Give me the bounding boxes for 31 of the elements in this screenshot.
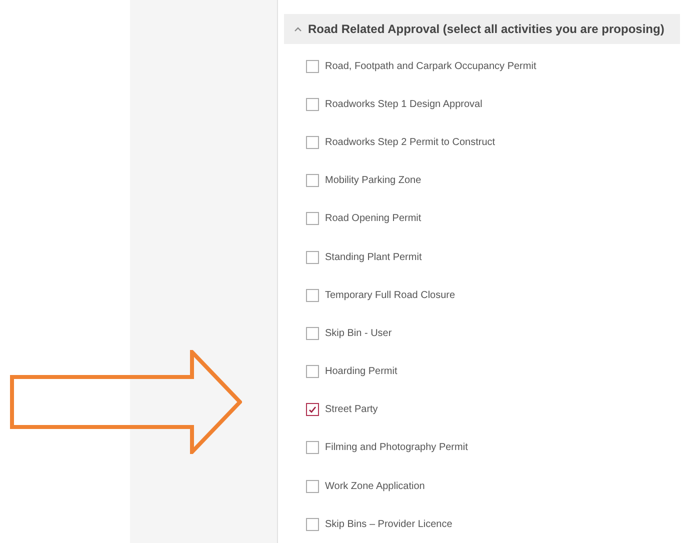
option-label: Hoarding Permit	[325, 365, 398, 380]
checkbox[interactable]	[306, 288, 319, 302]
arrow-icon	[10, 350, 242, 454]
section-title: Road Related Approval (select all activities you are proposing)	[308, 21, 664, 38]
option-label: Work Zone Application	[325, 480, 425, 494]
checkbox[interactable]	[306, 250, 319, 264]
checkbox[interactable]	[306, 60, 319, 73]
checkbox[interactable]	[306, 403, 319, 416]
option-label: Street Party	[325, 403, 378, 418]
option-label: Filming and Photography Permit	[325, 441, 468, 456]
section-header[interactable]: Road Related Approval (select all activities you are proposing)	[284, 14, 680, 44]
checkbox[interactable]	[306, 441, 319, 454]
checkmark-icon	[308, 405, 317, 414]
option-label: Roadworks Step 2 Permit to Construct	[325, 136, 496, 150]
checkbox[interactable]	[306, 136, 319, 149]
checkbox[interactable]	[306, 365, 319, 378]
option-label: Mobility Parking Zone	[325, 174, 422, 188]
checkbox[interactable]	[306, 174, 319, 188]
option-label: Skip Bin - User	[325, 326, 392, 341]
checkbox[interactable]	[306, 518, 319, 531]
checkbox[interactable]	[306, 98, 319, 111]
option-label: Standing Plant Permit	[325, 250, 422, 265]
checkbox[interactable]	[306, 212, 319, 226]
option-label: Temporary Full Road Closure	[325, 288, 456, 303]
option-label: Road, Footpath and Carpark Occupancy Permit	[325, 60, 536, 74]
option-label: Roadworks Step 1 Design Approval	[325, 98, 482, 112]
chevron-icon	[294, 26, 302, 32]
checkbox[interactable]	[306, 326, 319, 340]
option-label: Road Opening Permit	[325, 212, 422, 226]
checkbox[interactable]	[306, 480, 319, 493]
option-label: Skip Bins – Provider Licence	[325, 518, 452, 532]
